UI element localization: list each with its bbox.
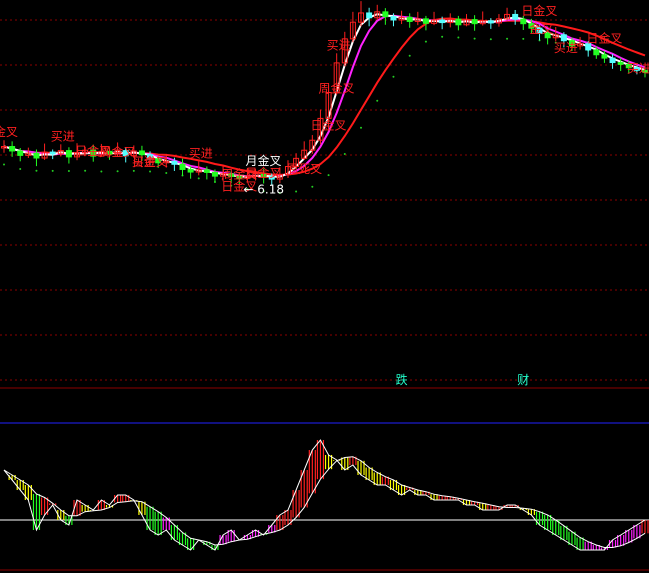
- trail-dot: [489, 38, 492, 41]
- trail-dot: [457, 36, 460, 39]
- moving-average-lines: [3, 13, 646, 194]
- trail-dot: [311, 185, 314, 188]
- candle-body: [617, 62, 624, 65]
- price-marker-label: ← 6.18: [243, 183, 284, 197]
- candle-body: [390, 16, 397, 21]
- candle-body: [455, 18, 462, 26]
- trail-dot: [408, 54, 411, 57]
- trail-dot: [51, 169, 54, 172]
- trail-dot: [473, 37, 476, 40]
- indicator-panel: [0, 439, 649, 551]
- candle-body: [609, 57, 616, 64]
- trail-dot: [424, 40, 427, 43]
- trail-dot: [19, 167, 22, 170]
- candle-body: [560, 34, 567, 42]
- trail-dot: [295, 190, 298, 193]
- trail-dot: [132, 169, 135, 172]
- panel-dividers: [0, 387, 649, 571]
- candle-body: [471, 19, 478, 25]
- candle-body: [211, 171, 218, 177]
- annotation-label: 金叉: [530, 21, 554, 36]
- candle-body: [9, 146, 16, 152]
- candle-body: [171, 160, 178, 165]
- price-gridlines: [0, 19, 649, 381]
- candle-body: [65, 150, 72, 158]
- candle-body: [439, 19, 446, 24]
- annotation-label: 周金叉: [99, 144, 135, 159]
- trail-dot: [3, 163, 5, 166]
- candle-body: [17, 150, 24, 156]
- candle-body: [601, 54, 608, 59]
- trail-dot: [100, 170, 103, 173]
- trail-dot: [327, 174, 330, 177]
- trail-dot: [360, 126, 363, 129]
- trail-dot: [343, 153, 346, 156]
- signal-tag: 跌: [396, 372, 408, 387]
- trail-dot: [84, 169, 87, 172]
- annotation-label: 日金叉: [586, 31, 622, 46]
- annotation-label: 买进: [132, 155, 156, 169]
- annotation-label: 月金叉: [246, 153, 282, 168]
- annotation-label: 买进: [51, 129, 75, 143]
- candle-body: [49, 151, 56, 155]
- annotation-label: 周金叉: [221, 167, 257, 182]
- trail-dot: [197, 177, 200, 180]
- trail-dot: [165, 171, 168, 174]
- trail-dot: [392, 75, 395, 78]
- candle-body: [487, 20, 494, 24]
- annotation-label: 日金叉: [310, 118, 346, 133]
- trail-dot: [35, 169, 38, 172]
- indicator-line: [3, 439, 646, 551]
- trail-dot: [441, 35, 444, 38]
- candle-body: [512, 13, 519, 20]
- annotation-label: 周金叉: [319, 81, 355, 96]
- candle-body: [520, 18, 527, 25]
- annotation-label: 日金叉: [521, 3, 557, 18]
- signal-annotations: 金叉日金叉日金叉买进周金叉买进买进日金叉日金叉月金叉周金叉 周死叉买进周金叉日金叉…: [0, 3, 649, 197]
- signal-tag: 财: [517, 373, 529, 387]
- candle-body: [406, 16, 413, 22]
- trail-dot: [522, 37, 525, 40]
- annotation-label: 买进: [554, 41, 578, 55]
- candle-body: [382, 11, 389, 18]
- candle-body: [593, 49, 600, 56]
- trail-dot: [376, 99, 379, 102]
- annotation-label: 周死叉: [286, 162, 322, 176]
- annotation-label: 买进: [627, 61, 649, 75]
- annotation-label: 金叉: [0, 124, 18, 139]
- trail-dot: [116, 170, 119, 173]
- candle-body: [422, 18, 429, 24]
- trail-dot: [506, 37, 509, 40]
- candle-body: [179, 163, 186, 170]
- annotation-label: 买进: [189, 146, 213, 160]
- candle-body: [187, 168, 194, 173]
- candle-body: [203, 169, 210, 173]
- candle-body: [366, 12, 373, 19]
- trail-dot: [149, 170, 152, 173]
- trail-dot: [67, 170, 70, 173]
- annotation-label: 买进: [327, 38, 351, 52]
- stock-chart: 金叉日金叉日金叉买进周金叉买进买进日金叉日金叉月金叉周金叉 周死叉买进周金叉日金叉…: [0, 1, 649, 571]
- candle-body: [33, 152, 40, 159]
